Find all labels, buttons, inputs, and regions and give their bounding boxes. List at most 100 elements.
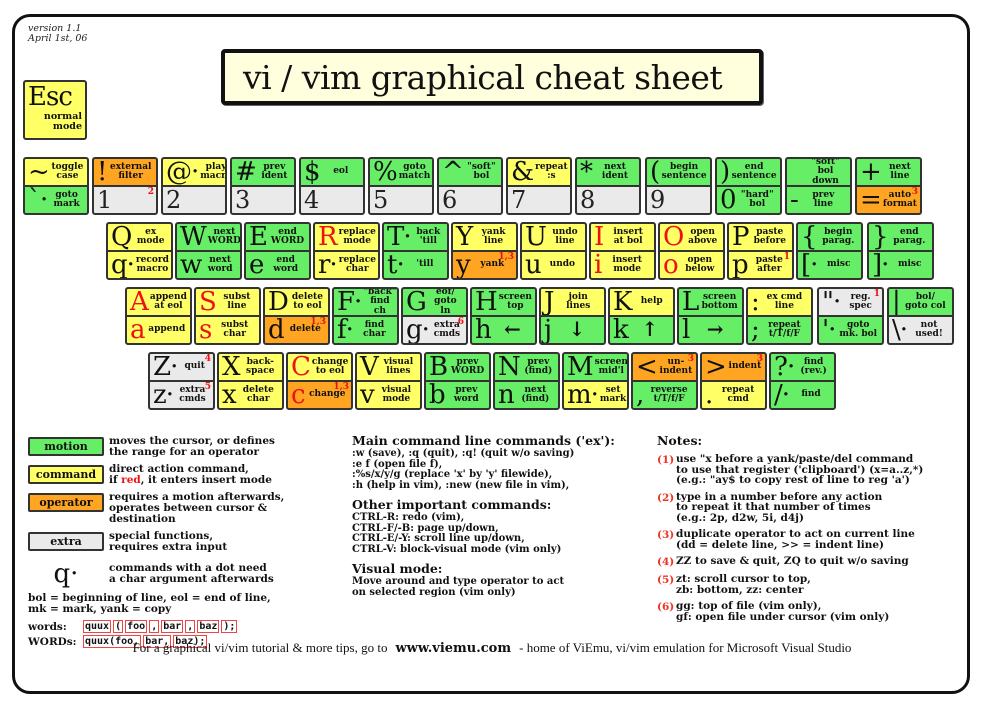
key-m[interactable]: Mscreen mid'l m· set mark bbox=[562, 352, 629, 410]
key-y[interactable]: Yyank line y yank 1,3 bbox=[451, 222, 518, 280]
key-f[interactable]: F· "back" find ch f· find char bbox=[332, 287, 399, 345]
key-glyph: + bbox=[860, 159, 882, 185]
key-glyph: Z· bbox=[153, 354, 178, 380]
key-lbracket[interactable]: {begin parag. [· misc bbox=[796, 222, 863, 280]
key-desc: misc bbox=[826, 259, 851, 270]
key-h[interactable]: Hscreen top h ← bbox=[470, 287, 537, 345]
key-w[interactable]: Wnext WORD w next word bbox=[175, 222, 242, 280]
key-comma-top: < un- indent 3 bbox=[633, 354, 696, 380]
key-l[interactable]: Lscreen bottom l → bbox=[677, 287, 744, 345]
key-glyph: F· bbox=[337, 289, 362, 315]
key-3[interactable]: # prev ident 3 bbox=[230, 157, 296, 215]
key-glyph: m· bbox=[567, 380, 599, 408]
key-c[interactable]: Cchange to eol c change 1,3 bbox=[286, 352, 353, 410]
key-1[interactable]: ! external filter 1 2 bbox=[92, 157, 158, 215]
key-6[interactable]: ^ "soft" bol 6 bbox=[437, 157, 503, 215]
key-k-top: Khelp bbox=[610, 289, 673, 315]
key-glyph: 5 bbox=[373, 186, 388, 213]
key-glyph: ; bbox=[751, 315, 760, 343]
key-5[interactable]: % goto match 5 bbox=[368, 157, 434, 215]
key-desc: screen top bbox=[498, 291, 532, 311]
key-9[interactable]: (begin sentence 9 bbox=[645, 157, 712, 215]
key-i[interactable]: Iinsert at bol i insert mode bbox=[589, 222, 656, 280]
key-y-top: Yyank line bbox=[453, 224, 516, 250]
key-5-bottom: 5 bbox=[370, 185, 432, 213]
key-glyph: & bbox=[511, 159, 534, 185]
key-rbracket[interactable]: } end parag.]· misc bbox=[867, 222, 934, 280]
footer-link[interactable]: www.viemu.com bbox=[395, 641, 511, 656]
notes-column: Notes: (1) use "x before a yank/paste/del… bbox=[657, 434, 967, 622]
key-s[interactable]: Ssubst line s subst char bbox=[194, 287, 261, 345]
key-glyph: . bbox=[705, 380, 713, 408]
key-v-bottom: v visual mode bbox=[357, 380, 420, 408]
key-g-top: Geof/ goto ln bbox=[403, 289, 466, 315]
key-desc: subst line bbox=[223, 291, 251, 311]
key-plus[interactable]: + next line = auto format 3 bbox=[855, 157, 922, 215]
key-comma[interactable]: < un- indent 3, reverse t/T/f/F bbox=[631, 352, 698, 410]
key-u-bottom: u undo bbox=[522, 250, 585, 278]
key-2[interactable]: @·play macro2 bbox=[161, 157, 227, 215]
key-glyph: R bbox=[318, 224, 338, 250]
key-8[interactable]: * next ident 8 bbox=[575, 157, 641, 215]
key-glyph: "· bbox=[822, 289, 841, 315]
word-token: quux bbox=[83, 620, 112, 633]
key-glyph: P bbox=[732, 224, 749, 250]
key-semicolon-bottom: ; repeat t/T/f/F bbox=[748, 315, 811, 343]
key-slash[interactable]: ?· find (rev.)/· find bbox=[769, 352, 836, 410]
word-token: , bbox=[149, 620, 160, 633]
key-q[interactable]: Qex mode q· record macro bbox=[106, 222, 173, 280]
key-e[interactable]: Eend WORD e end word bbox=[244, 222, 311, 280]
key-4[interactable]: $ eol 4 bbox=[299, 157, 365, 215]
key-0[interactable]: ) end sentence 0 "hard" bol bbox=[715, 157, 782, 215]
key-minus-bottom: - prev line bbox=[787, 185, 850, 213]
key-glyph: } bbox=[872, 224, 889, 250]
key-desc: append at eol bbox=[149, 291, 187, 311]
key-desc: next line bbox=[889, 161, 911, 181]
key-glyph: # bbox=[235, 159, 257, 185]
key-desc: subst char bbox=[221, 319, 249, 339]
key-o[interactable]: Oopen above o open below bbox=[658, 222, 725, 280]
key-0-top: ) end sentence bbox=[717, 159, 780, 185]
ex-heading: Main command line commands ('ex'): bbox=[352, 433, 615, 448]
key-7[interactable]: & repeat :s 7 bbox=[506, 157, 572, 215]
key-h-bottom: h ← bbox=[472, 315, 535, 343]
key-esc[interactable]: Esc normal mode bbox=[23, 80, 87, 140]
key-glyph: Q bbox=[111, 224, 132, 250]
key-glyph: p bbox=[732, 250, 749, 278]
key-p[interactable]: Ppaste before p paste after 1 bbox=[727, 222, 794, 280]
note-number: (1) bbox=[657, 454, 675, 466]
key-backslash[interactable]: | bol/ goto col \· not used! bbox=[887, 287, 954, 345]
key-j[interactable]: Jjoin lines j ↓ bbox=[539, 287, 606, 345]
notes-heading: Notes: bbox=[657, 433, 703, 448]
key-u[interactable]: Uundo line u undo bbox=[520, 222, 587, 280]
key-glyph: ~ bbox=[28, 159, 50, 185]
key-x[interactable]: Xback- space x delete char bbox=[217, 352, 284, 410]
key-n[interactable]: Nprev (find) n next (find) bbox=[493, 352, 560, 410]
key-a[interactable]: Aappend at eol a append bbox=[125, 287, 192, 345]
key-desc: yank line bbox=[481, 226, 506, 246]
key-quote[interactable]: "· reg. spec 1 '· goto mk. bol bbox=[817, 287, 884, 345]
key-period[interactable]: > indent 3. repeat cmd bbox=[700, 352, 767, 410]
key-d[interactable]: Ddelete to eol d delete 1,3 bbox=[263, 287, 330, 345]
key-desc: begin parag. bbox=[822, 226, 855, 246]
key-tilde-top: ~ toggle case bbox=[25, 159, 87, 185]
key-z[interactable]: Z· quit 4 z· extra cmds 5 bbox=[148, 352, 215, 410]
key-desc: insert mode bbox=[612, 254, 642, 274]
key-p-bottom: p paste after 1 bbox=[729, 250, 792, 278]
key-minus[interactable]: _ "soft" bol down - prev line bbox=[785, 157, 852, 215]
key-c-bottom: c change 1,3 bbox=[288, 380, 351, 408]
key-v[interactable]: Vvisual lines v visual mode bbox=[355, 352, 422, 410]
key-g[interactable]: Geof/ goto ln g· extra cmds 6 bbox=[401, 287, 468, 345]
key-b-bottom: b prev word bbox=[426, 380, 489, 408]
legend-swatch-extra: extra bbox=[28, 532, 104, 551]
key-o-top: Oopen above bbox=[660, 224, 723, 250]
key-b[interactable]: Bprev WORD b prev word bbox=[424, 352, 491, 410]
key-tilde[interactable]: ~ toggle case `· goto mark bbox=[23, 157, 89, 215]
key-semicolon[interactable]: : ex cmd line; repeat t/T/f/F bbox=[746, 287, 813, 345]
key-r[interactable]: Rreplace mode r· replace char bbox=[313, 222, 380, 280]
key-desc: paste before bbox=[753, 226, 786, 246]
key-0-bottom: 0 "hard" bol bbox=[717, 185, 780, 213]
key-i-top: Iinsert at bol bbox=[591, 224, 654, 250]
key-t[interactable]: T· back 'till t·'till bbox=[382, 222, 449, 280]
key-k[interactable]: Khelp k ↑ bbox=[608, 287, 675, 345]
